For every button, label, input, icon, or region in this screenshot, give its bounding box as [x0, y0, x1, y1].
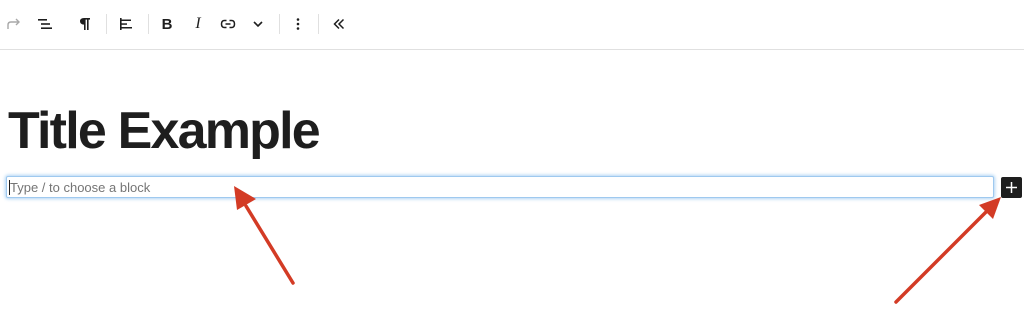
- toolbar-separator: [279, 14, 280, 34]
- collapse-toolbar-button[interactable]: [326, 11, 352, 37]
- align-button[interactable]: [113, 11, 139, 37]
- redo-button[interactable]: [0, 11, 26, 37]
- bold-button[interactable]: B: [154, 11, 180, 37]
- block-placeholder: Type / to choose a block: [10, 180, 151, 195]
- more-formatting-button[interactable]: [245, 11, 271, 37]
- toolbar-separator: [106, 14, 107, 34]
- post-title[interactable]: Title Example: [8, 100, 321, 162]
- italic-button[interactable]: I: [185, 11, 211, 37]
- paragraph-button[interactable]: [72, 11, 98, 37]
- more-options-icon: [296, 18, 300, 30]
- italic-icon: I: [195, 15, 201, 32]
- redo-icon: [7, 18, 20, 29]
- align-left-icon: [120, 18, 132, 30]
- options-button[interactable]: [285, 11, 311, 37]
- arrow-to-placeholder: [234, 186, 295, 285]
- block-toolbar: B I: [0, 0, 1024, 50]
- toolbar-separator: [148, 14, 149, 34]
- chevron-down-icon: [253, 21, 263, 28]
- arrow-to-add-button: [894, 197, 1001, 304]
- document-overview-button[interactable]: [32, 11, 58, 37]
- editor-page: B I Title Example Type / to choose a blo…: [0, 0, 1024, 315]
- document-overview-icon: [38, 19, 52, 29]
- collapse-toolbar-icon: [333, 18, 345, 30]
- paragraph-icon: [80, 18, 90, 30]
- bold-icon: B: [161, 15, 173, 33]
- paragraph-block[interactable]: Type / to choose a block: [6, 176, 994, 198]
- link-icon: [220, 19, 236, 29]
- toolbar-separator: [318, 14, 319, 34]
- add-block-button[interactable]: [1001, 177, 1022, 198]
- link-button[interactable]: [215, 11, 241, 37]
- plus-icon: [1006, 182, 1017, 193]
